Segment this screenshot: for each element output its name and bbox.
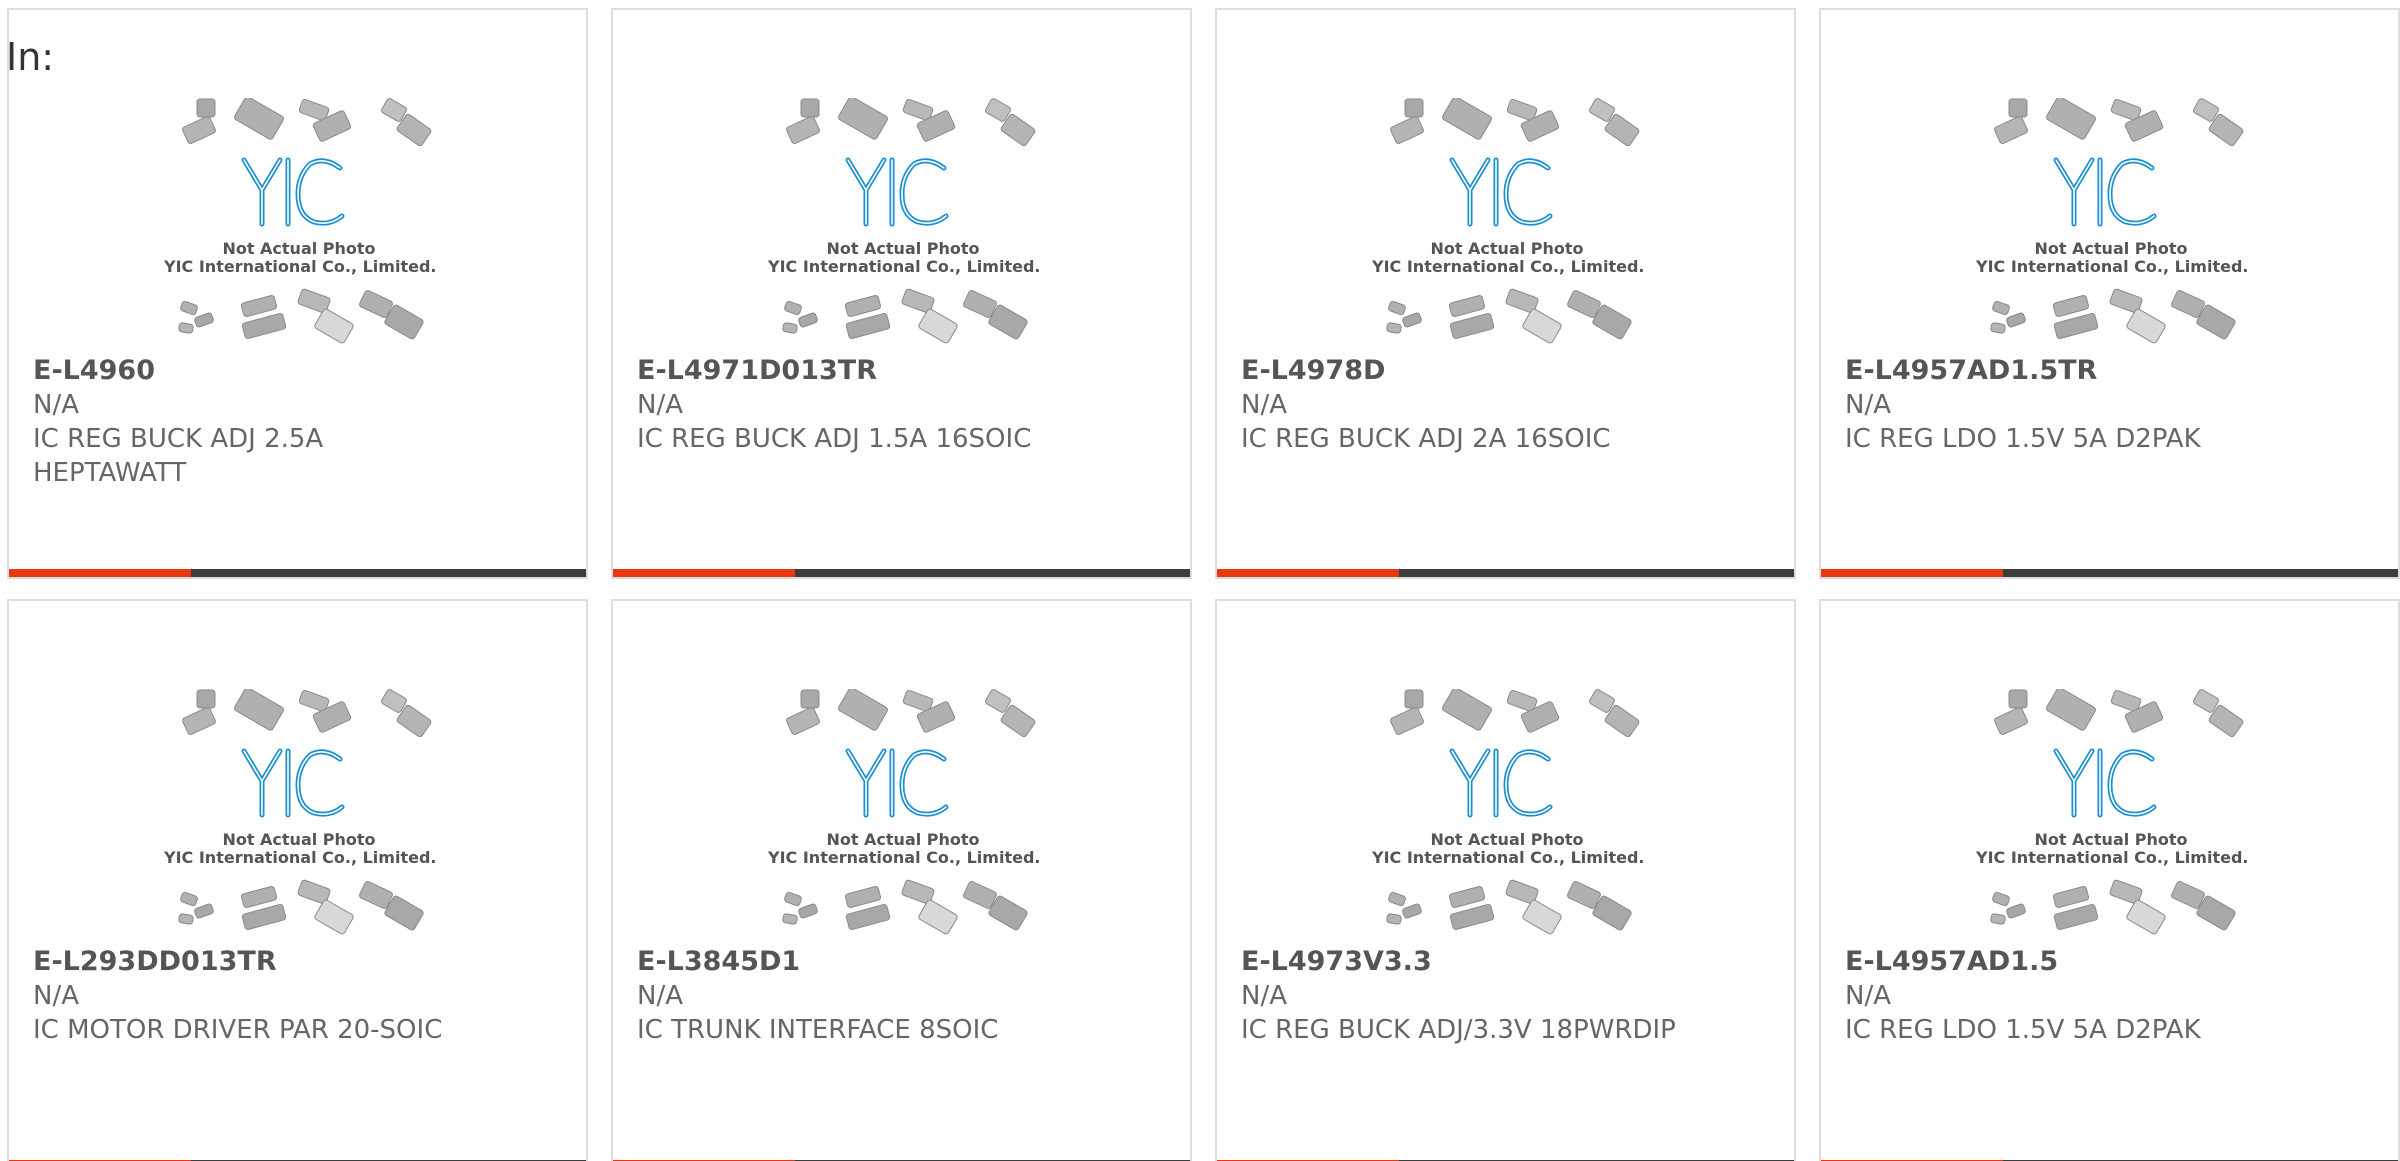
manufacturer: N/A bbox=[1241, 981, 1287, 1011]
photo-note-line2: YIC International Co., Limited. bbox=[1372, 848, 1645, 867]
photo-note-line2: YIC International Co., Limited. bbox=[164, 257, 437, 276]
product-description: IC REG LDO 1.5V 5A D2PAK bbox=[1845, 424, 2201, 454]
manufacturer: N/A bbox=[33, 390, 79, 420]
placeholder-product-image[interactable]: Not Actual Photo YIC International Co., L… bbox=[164, 689, 437, 939]
product-card[interactable]: Not Actual Photo YIC International Co., L… bbox=[7, 8, 588, 579]
product-card[interactable]: Not Actual Photo YIC International Co., L… bbox=[1819, 599, 2400, 1161]
product-description: IC REG BUCK ADJ 2.5A HEPTAWATT bbox=[33, 424, 324, 488]
product-description: IC MOTOR DRIVER PAR 20-SOIC bbox=[33, 1015, 443, 1045]
product-card[interactable]: Not Actual Photo YIC International Co., L… bbox=[611, 8, 1192, 579]
yic-logo-icon bbox=[178, 98, 432, 344]
manufacturer: N/A bbox=[1241, 390, 1287, 420]
product-info: E-L4978D N/A IC REG BUCK ADJ 2A 16SOIC bbox=[1241, 354, 1761, 456]
card-bar-accent bbox=[613, 569, 795, 577]
part-number-link[interactable]: E-L293DD013TR bbox=[33, 945, 553, 979]
yic-logo-icon bbox=[1386, 98, 1640, 344]
product-info: E-L3845D1 N/A IC TRUNK INTERFACE 8SOIC bbox=[637, 945, 1157, 1047]
photo-note-line2: YIC International Co., Limited. bbox=[768, 257, 1041, 276]
yic-logo-icon bbox=[178, 689, 432, 935]
placeholder-product-image[interactable]: Not Actual Photo YIC International Co., L… bbox=[768, 689, 1041, 939]
product-card[interactable]: Not Actual Photo YIC International Co., L… bbox=[611, 599, 1192, 1161]
placeholder-product-image[interactable]: Not Actual Photo YIC International Co., L… bbox=[1976, 98, 2249, 348]
product-info: E-L4971D013TR N/A IC REG BUCK ADJ 1.5A 1… bbox=[637, 354, 1157, 456]
photo-note-line1: Not Actual Photo bbox=[1430, 830, 1584, 849]
card-bottom-bar bbox=[9, 569, 586, 577]
product-description: IC REG BUCK ADJ 2A 16SOIC bbox=[1241, 424, 1611, 454]
product-card[interactable]: Not Actual Photo YIC International Co., L… bbox=[1215, 599, 1796, 1161]
part-number-link[interactable]: E-L4971D013TR bbox=[637, 354, 1157, 388]
photo-note-line1: Not Actual Photo bbox=[826, 239, 980, 258]
manufacturer: N/A bbox=[1845, 390, 1891, 420]
photo-note-line1: Not Actual Photo bbox=[222, 830, 376, 849]
product-info: E-L4957AD1.5TR N/A IC REG LDO 1.5V 5A D2… bbox=[1845, 354, 2365, 456]
card-bar-accent bbox=[1217, 569, 1399, 577]
card-bar-accent bbox=[1821, 569, 2003, 577]
product-description: IC TRUNK INTERFACE 8SOIC bbox=[637, 1015, 999, 1045]
yic-logo-icon bbox=[1990, 689, 2244, 935]
manufacturer: N/A bbox=[637, 981, 683, 1011]
placeholder-product-image[interactable]: Not Actual Photo YIC International Co., L… bbox=[1372, 689, 1645, 939]
manufacturer: N/A bbox=[637, 390, 683, 420]
product-card[interactable]: Not Actual Photo YIC International Co., L… bbox=[1215, 8, 1796, 579]
yic-logo-icon bbox=[1990, 98, 2244, 344]
photo-note-line1: Not Actual Photo bbox=[2034, 830, 2188, 849]
manufacturer: N/A bbox=[33, 981, 79, 1011]
product-info: E-L4960 N/A IC REG BUCK ADJ 2.5A HEPTAWA… bbox=[33, 354, 553, 490]
product-card[interactable]: Not Actual Photo YIC International Co., L… bbox=[7, 599, 588, 1161]
photo-note-line2: YIC International Co., Limited. bbox=[1976, 257, 2249, 276]
photo-note-line2: YIC International Co., Limited. bbox=[1976, 848, 2249, 867]
part-number-link[interactable]: E-L4957AD1.5 bbox=[1845, 945, 2365, 979]
product-grid: Not Actual Photo YIC International Co., L… bbox=[7, 8, 2400, 1161]
part-number-link[interactable]: E-L4978D bbox=[1241, 354, 1761, 388]
placeholder-product-image[interactable]: Not Actual Photo YIC International Co., L… bbox=[164, 98, 437, 348]
part-number-link[interactable]: E-L3845D1 bbox=[637, 945, 1157, 979]
photo-note-line1: Not Actual Photo bbox=[222, 239, 376, 258]
yic-logo-icon bbox=[1386, 689, 1640, 935]
yic-logo-icon bbox=[782, 98, 1036, 344]
manufacturer: N/A bbox=[1845, 981, 1891, 1011]
product-info: E-L4957AD1.5 N/A IC REG LDO 1.5V 5A D2PA… bbox=[1845, 945, 2365, 1047]
part-number-link[interactable]: E-L4973V3.3 bbox=[1241, 945, 1761, 979]
product-info: E-L4973V3.3 N/A IC REG BUCK ADJ/3.3V 18P… bbox=[1241, 945, 1761, 1047]
product-description: IC REG BUCK ADJ/3.3V 18PWRDIP bbox=[1241, 1015, 1676, 1045]
card-bar-accent bbox=[9, 569, 191, 577]
card-bottom-bar bbox=[613, 569, 1190, 577]
product-description: IC REG BUCK ADJ 1.5A 16SOIC bbox=[637, 424, 1032, 454]
placeholder-product-image[interactable]: Not Actual Photo YIC International Co., L… bbox=[1372, 98, 1645, 348]
photo-note-line2: YIC International Co., Limited. bbox=[164, 848, 437, 867]
card-bottom-bar bbox=[1217, 569, 1794, 577]
product-card[interactable]: Not Actual Photo YIC International Co., L… bbox=[1819, 8, 2400, 579]
filter-label: In: bbox=[6, 35, 55, 79]
photo-note-line2: YIC International Co., Limited. bbox=[1372, 257, 1645, 276]
yic-logo-icon bbox=[782, 689, 1036, 935]
photo-note-line1: Not Actual Photo bbox=[826, 830, 980, 849]
card-bottom-bar bbox=[1821, 569, 2398, 577]
product-info: E-L293DD013TR N/A IC MOTOR DRIVER PAR 20… bbox=[33, 945, 553, 1047]
product-listing-page: In: Not Actual Photo YIC International Co… bbox=[0, 0, 2400, 1161]
product-description: IC REG LDO 1.5V 5A D2PAK bbox=[1845, 1015, 2201, 1045]
photo-note-line1: Not Actual Photo bbox=[1430, 239, 1584, 258]
photo-note-line1: Not Actual Photo bbox=[2034, 239, 2188, 258]
part-number-link[interactable]: E-L4960 bbox=[33, 354, 553, 388]
placeholder-product-image[interactable]: Not Actual Photo YIC International Co., L… bbox=[1976, 689, 2249, 939]
part-number-link[interactable]: E-L4957AD1.5TR bbox=[1845, 354, 2365, 388]
photo-note-line2: YIC International Co., Limited. bbox=[768, 848, 1041, 867]
placeholder-product-image[interactable]: Not Actual Photo YIC International Co., L… bbox=[768, 98, 1041, 348]
